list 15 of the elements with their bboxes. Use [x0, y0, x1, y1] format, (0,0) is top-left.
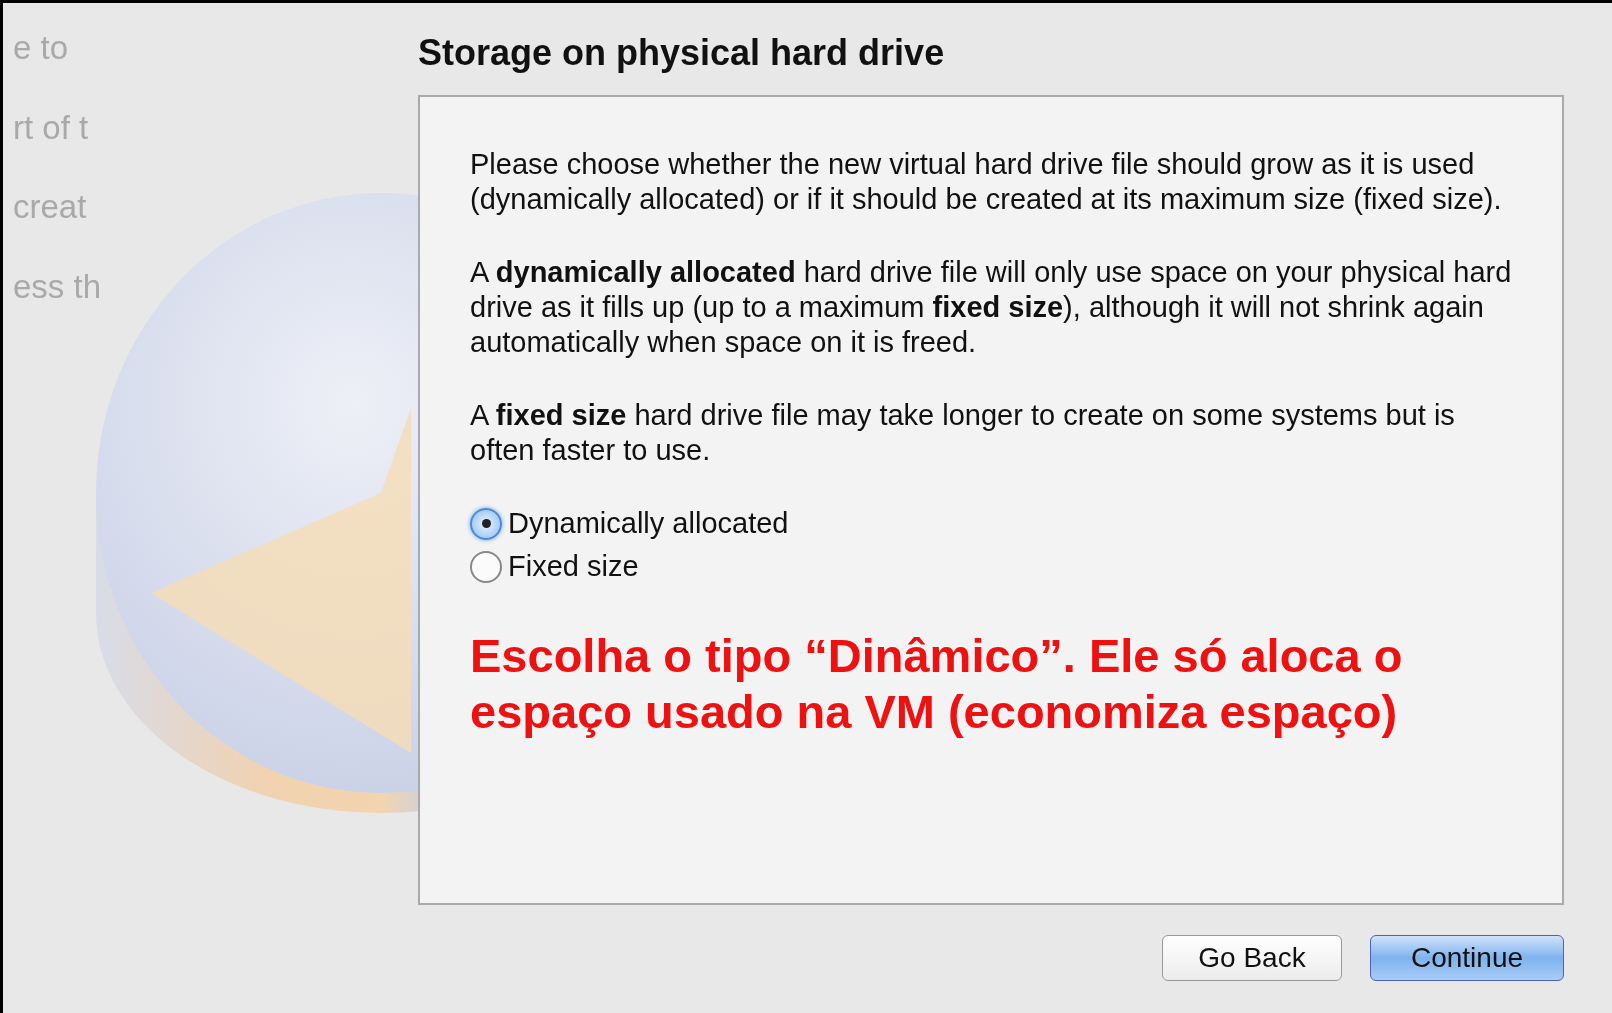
- dialog-button[interactable]: Go Back: [1162, 935, 1342, 981]
- description-text: Please choose whether the new virtual hard drive file should grow as it is used (dynamically allocated) or if it should be created at its maximum size (fixed size).: [470, 147, 1503, 217]
- radio-option[interactable]: Dynamically allocated: [470, 502, 1522, 545]
- radio-button[interactable]: [470, 507, 502, 540]
- radio-option[interactable]: Fixed size: [470, 545, 1522, 588]
- description-text: A dynamically allocated hard drive file will only use space on your physical hard drive as it fills up (up to a maximum fixed size), although it will not shrink again automatically when space on it is freed.: [470, 255, 1513, 360]
- description-text: A fixed size hard drive file may take longer to create on some systems but is often faster to use.: [470, 398, 1456, 468]
- dialog-title: Storage on physical hard drive: [418, 31, 946, 75]
- annotation-text: Escolha o tipo “Dinâmico”. Ele só aloca o espaço usado na VM (economiza espaço): [470, 628, 1404, 740]
- radio-button[interactable]: [470, 550, 502, 583]
- background-text: rt of t: [13, 107, 90, 148]
- background-text: ess th: [13, 266, 102, 307]
- dialog-button[interactable]: Continue: [1370, 935, 1564, 981]
- background-text: e to: [13, 28, 70, 68]
- background-text: creat: [13, 187, 88, 227]
